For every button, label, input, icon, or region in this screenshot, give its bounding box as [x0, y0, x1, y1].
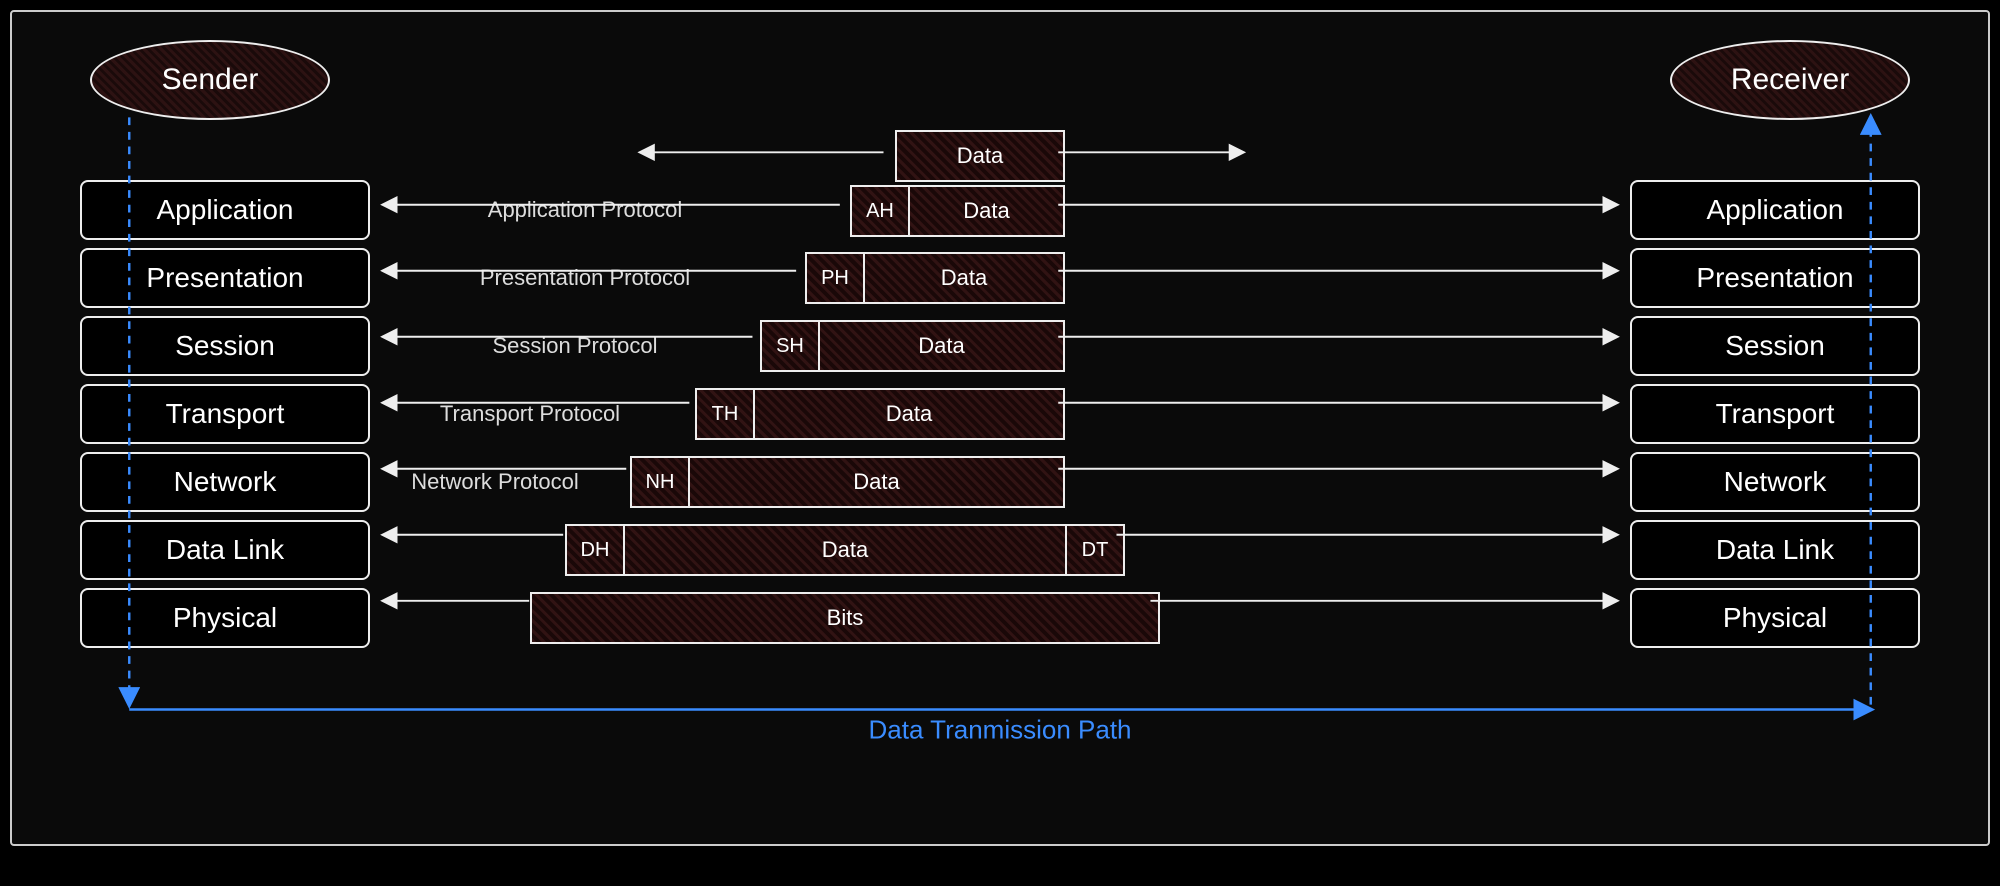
layer-label: Session [175, 330, 275, 362]
receiver-layer-session: Session [1630, 316, 1920, 376]
layer-label: Session [1725, 330, 1825, 362]
protocol-label-session: Session Protocol [486, 333, 663, 359]
encap-payload: Data [688, 456, 1065, 508]
encap-payload: Data [818, 320, 1065, 372]
diagram-frame: Sender Receiver Application Presentation… [10, 10, 1990, 846]
receiver-label: Receiver [1731, 63, 1849, 97]
transmission-path-label: Data Tranmission Path [858, 715, 1141, 746]
layer-label: Transport [166, 398, 285, 430]
layer-label: Network [174, 466, 277, 498]
layer-label: Application [157, 194, 294, 226]
sender-layer-datalink: Data Link [80, 520, 370, 580]
encap-row-nh: NH Data [630, 456, 1065, 508]
encap-payload: Data [753, 388, 1065, 440]
receiver-layer-application: Application [1630, 180, 1920, 240]
layer-label: Physical [1723, 602, 1827, 634]
encap-row-dh: DH Data DT [565, 524, 1125, 576]
layer-label: Presentation [1696, 262, 1853, 294]
layer-label: Data Link [166, 534, 284, 566]
sender-layer-session: Session [80, 316, 370, 376]
layer-label: Data Link [1716, 534, 1834, 566]
sender-layer-stack: Application Presentation Session Transpo… [80, 180, 370, 648]
protocol-label-application: Application Protocol [482, 197, 688, 223]
encap-row-bits: Bits [530, 592, 1160, 644]
receiver-layer-stack: Application Presentation Session Transpo… [1630, 180, 1920, 648]
encap-header: NH [630, 456, 690, 508]
receiver-layer-network: Network [1630, 452, 1920, 512]
encap-payload: Bits [530, 592, 1160, 644]
encap-row-sh: SH Data [760, 320, 1065, 372]
encap-header: SH [760, 320, 820, 372]
sender-label: Sender [162, 63, 259, 97]
encap-payload: Data [623, 524, 1067, 576]
receiver-layer-datalink: Data Link [1630, 520, 1920, 580]
encap-header: PH [805, 252, 865, 304]
encap-header: TH [695, 388, 755, 440]
sender-node: Sender [90, 40, 330, 120]
receiver-layer-transport: Transport [1630, 384, 1920, 444]
encap-payload: Data [895, 130, 1065, 182]
encap-row-top: Data [895, 130, 1065, 182]
protocol-label-network: Network Protocol [405, 469, 585, 495]
sender-layer-presentation: Presentation [80, 248, 370, 308]
layer-label: Transport [1716, 398, 1835, 430]
layer-label: Physical [173, 602, 277, 634]
protocol-label-transport: Transport Protocol [434, 401, 626, 427]
encap-payload: Data [908, 185, 1065, 237]
sender-layer-transport: Transport [80, 384, 370, 444]
sender-layer-network: Network [80, 452, 370, 512]
encap-row-ah: AH Data [850, 185, 1065, 237]
layer-label: Presentation [146, 262, 303, 294]
sender-layer-application: Application [80, 180, 370, 240]
layer-label: Application [1707, 194, 1844, 226]
layer-label: Network [1724, 466, 1827, 498]
encap-header: DH [565, 524, 625, 576]
encap-trailer: DT [1065, 524, 1125, 576]
encap-row-th: TH Data [695, 388, 1065, 440]
protocol-label-presentation: Presentation Protocol [474, 265, 696, 291]
receiver-node: Receiver [1670, 40, 1910, 120]
encap-row-ph: PH Data [805, 252, 1065, 304]
receiver-layer-physical: Physical [1630, 588, 1920, 648]
encap-payload: Data [863, 252, 1065, 304]
receiver-layer-presentation: Presentation [1630, 248, 1920, 308]
encap-header: AH [850, 185, 910, 237]
diagram-canvas: Sender Receiver Application Presentation… [30, 30, 1970, 826]
sender-layer-physical: Physical [80, 588, 370, 648]
